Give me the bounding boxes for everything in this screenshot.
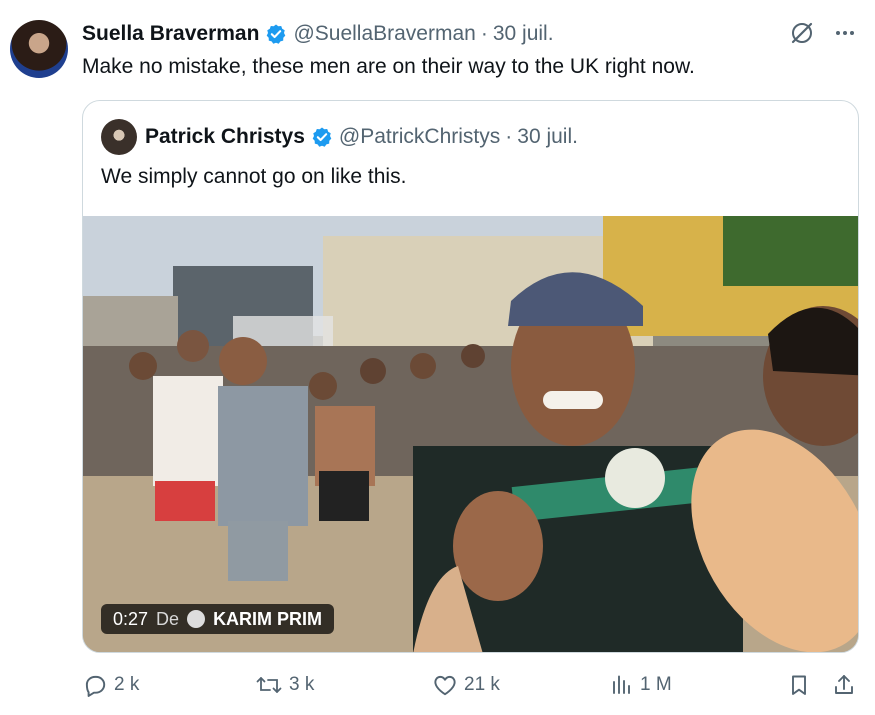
reply-icon: [85, 675, 106, 697]
repost-icon: [256, 677, 282, 693]
more-icon[interactable]: [833, 21, 857, 45]
repost-button[interactable]: 3 k: [255, 672, 314, 698]
verified-badge-icon[interactable]: [265, 23, 287, 45]
video-source-prefix: De: [156, 608, 180, 629]
view-count: 1 M: [640, 674, 672, 695]
source-user-avatar: [187, 610, 206, 628]
video-info-badge[interactable]: 0:27 De KARIM PRIM: [101, 604, 335, 634]
bookmark-button[interactable]: [787, 672, 811, 698]
video-source-user[interactable]: KARIM PRIM: [213, 609, 322, 630]
video-player[interactable]: 0:27 De KARIM PRIM: [83, 216, 858, 652]
views-button[interactable]: 1 M: [610, 672, 672, 698]
reply-count: 2 k: [114, 674, 140, 695]
separator-dot: ·: [505, 125, 513, 148]
views-icon: [613, 675, 630, 694]
quoted-author-name[interactable]: Patrick Christys: [145, 125, 305, 149]
grok-icon[interactable]: [789, 20, 815, 46]
quoted-author-avatar[interactable]: [101, 119, 137, 155]
post-header: Suella Braverman @SuellaBraverman · 30 j…: [82, 20, 554, 48]
post-actions-bar: 2 k 3 k 21 k 1 M: [82, 672, 862, 702]
quoted-post-date[interactable]: 30 juil.: [517, 125, 578, 149]
like-icon: [434, 675, 456, 696]
quoted-post-card[interactable]: Patrick Christys @PatrickChristys · 30 j…: [82, 100, 859, 653]
bookmark-icon: [792, 675, 806, 695]
separator-dot: ·: [480, 22, 488, 45]
post-top-actions: [789, 20, 857, 46]
post-text: Make no mistake, these men are on their …: [82, 55, 695, 78]
quoted-author-handle[interactable]: @PatrickChristys: [339, 125, 500, 149]
quoted-post-text: We simply cannot go on like this.: [101, 165, 407, 188]
video-frame: [83, 216, 858, 652]
verified-badge-icon[interactable]: [311, 126, 333, 148]
post-date[interactable]: 30 juil.: [493, 22, 554, 46]
reply-button[interactable]: 2 k: [82, 672, 139, 698]
video-duration: 0:27: [113, 608, 149, 629]
share-icon: [835, 675, 853, 694]
like-button[interactable]: 21 k: [432, 672, 500, 698]
author-handle[interactable]: @SuellaBraverman: [293, 22, 475, 46]
quoted-post-header: Patrick Christys @PatrickChristys · 30 j…: [145, 123, 578, 151]
author-name[interactable]: Suella Braverman: [82, 22, 259, 46]
like-count: 21 k: [464, 674, 500, 695]
author-avatar[interactable]: [10, 20, 68, 78]
repost-count: 3 k: [289, 674, 315, 695]
share-button[interactable]: [832, 672, 856, 698]
